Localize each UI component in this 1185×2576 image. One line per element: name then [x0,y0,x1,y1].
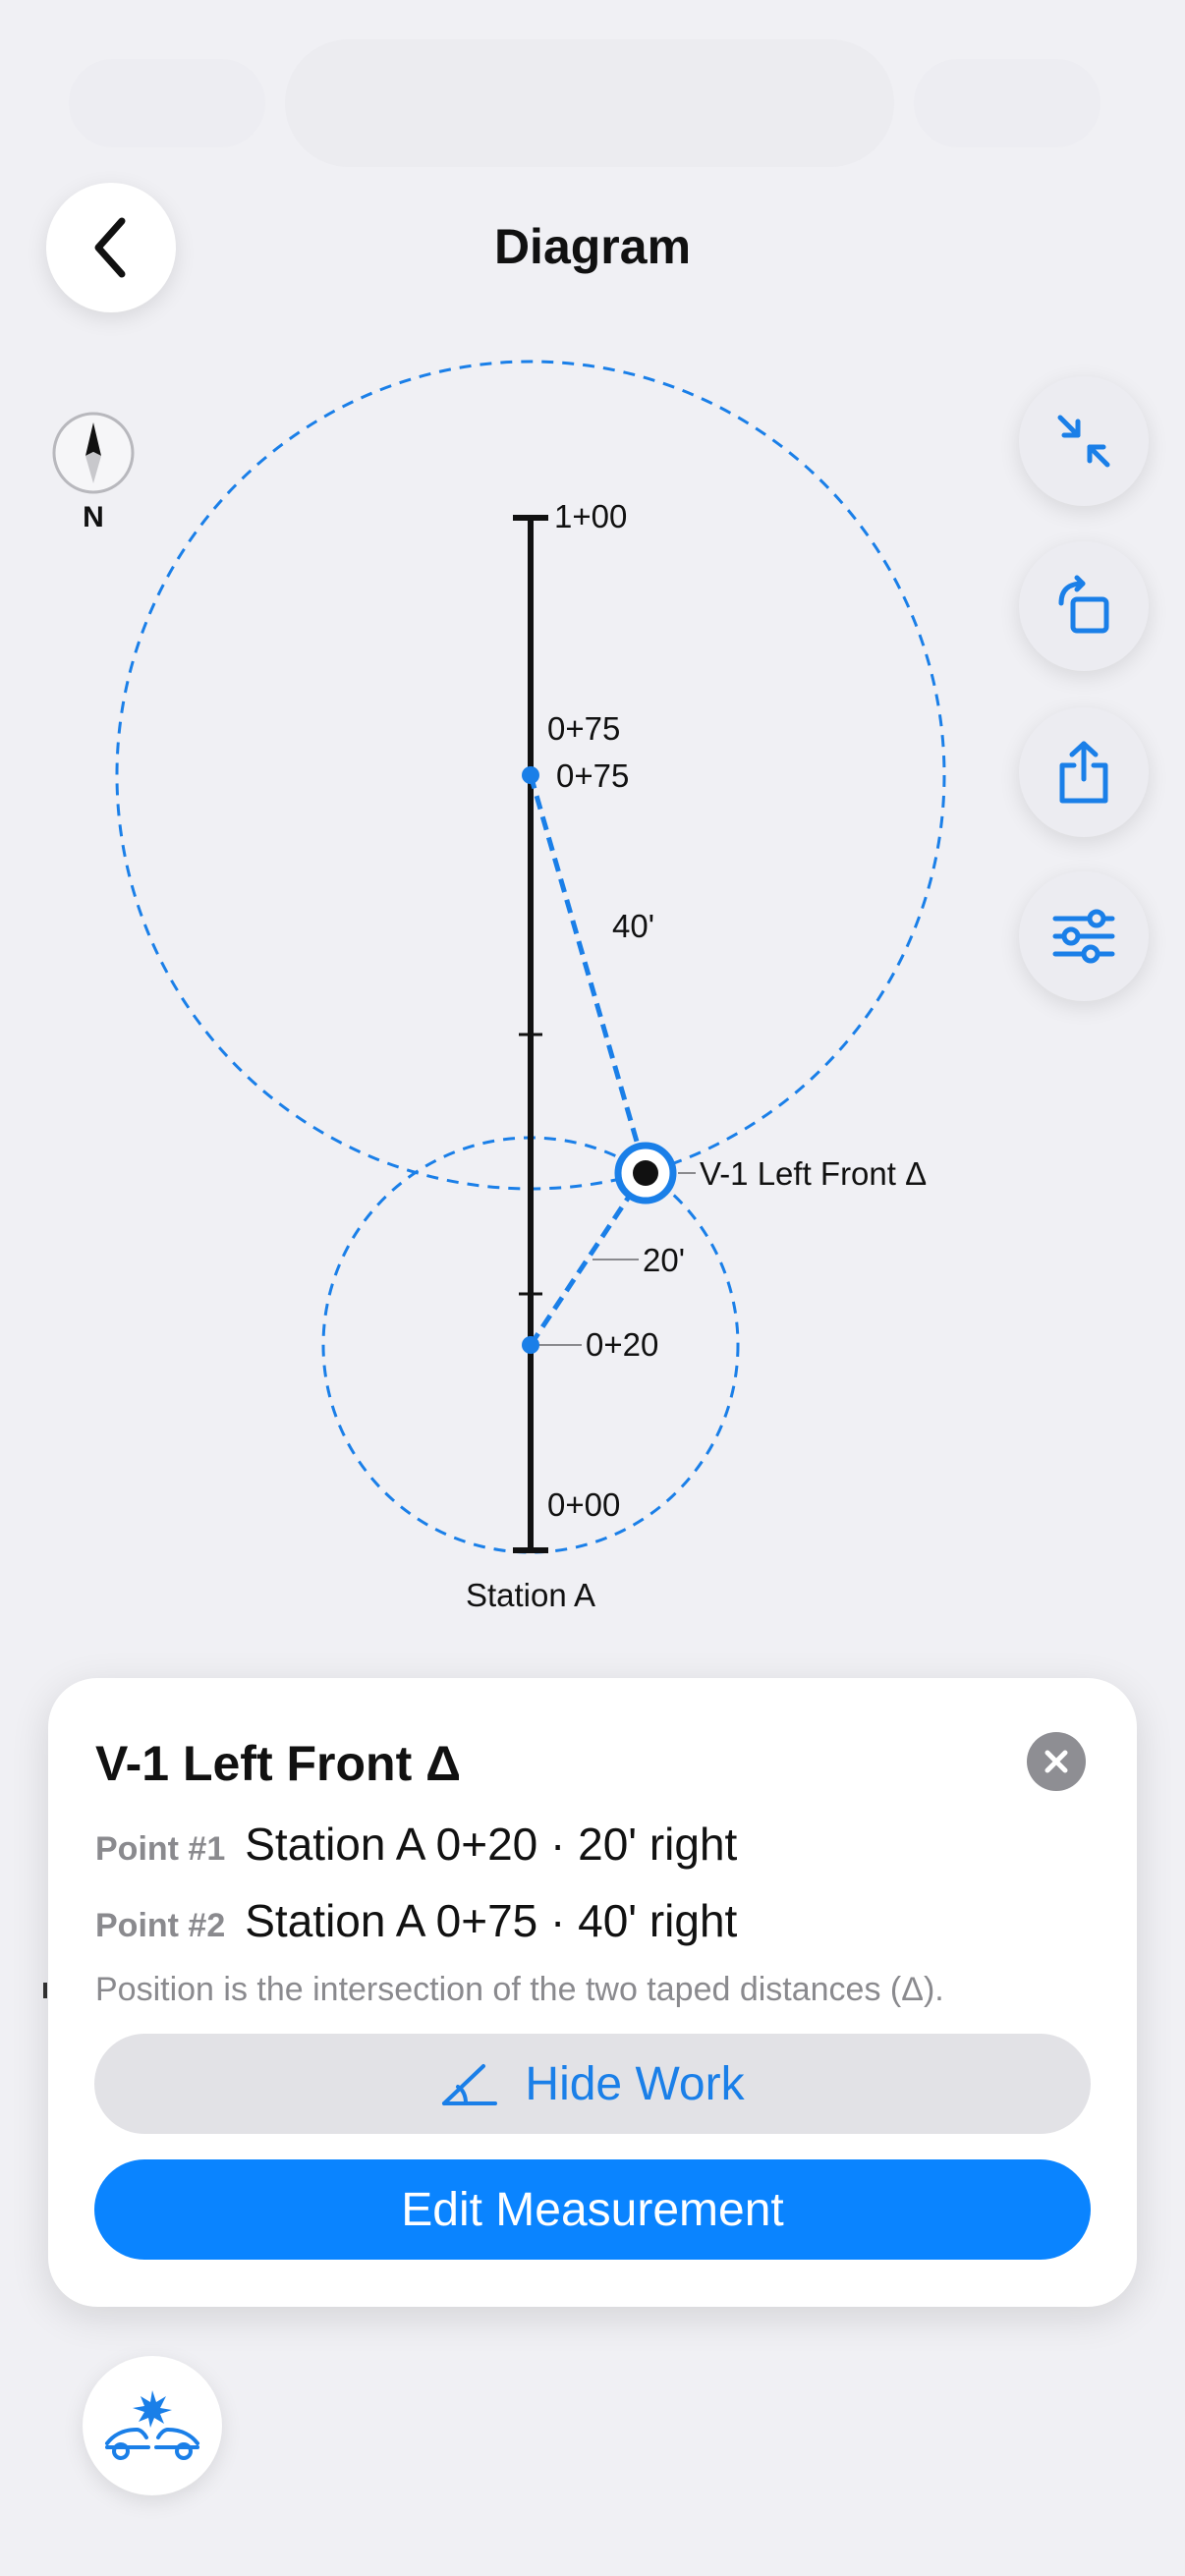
measurement-detail-card: V-1 Left Front Δ Point #1 Station A 0+20… [48,1678,1137,2307]
vehicle-collision-icon [105,2390,199,2460]
edit-measurement-button[interactable]: Edit Measurement [94,2159,1091,2260]
station-point-0-75[interactable] [522,766,539,784]
edge-marker [43,1983,47,1998]
hide-work-button[interactable]: Hide Work [94,2034,1091,2134]
close-button[interactable] [1027,1732,1086,1791]
station-label-lower-point: 0+20 [586,1326,658,1363]
close-icon [1044,1750,1068,1773]
station-label-upper-point: 0+75 [556,757,629,794]
tape-line-20 [528,1195,632,1347]
angle-icon [442,2064,498,2105]
sliders-icon [1052,909,1115,964]
rotate-icon [1058,575,1109,634]
baseline-name-label: Station A [466,1577,595,1613]
station-label-top: 1+00 [554,498,627,534]
collapse-arrows-icon [1057,415,1110,468]
vehicle-point-label: V-1 Left Front Δ [700,1155,927,1192]
station-label-upper: 0+75 [547,710,620,747]
point-1-row: Point #1 Station A 0+20 · 20' right [95,1818,737,1871]
share-button[interactable] [1019,707,1149,837]
hide-work-label: Hide Work [525,2057,745,2110]
point-2-row: Point #2 Station A 0+75 · 40' right [95,1894,737,1947]
vehicle-point[interactable] [633,1160,658,1186]
point-2-label: Point #2 [95,1907,226,1944]
collapse-button[interactable] [1019,376,1149,506]
point-1-label: Point #1 [95,1830,226,1868]
share-icon [1059,741,1108,804]
intersection-note: Position is the intersection of the two … [95,1971,944,2008]
tape-line-40 [528,774,649,1173]
vehicle-collision-button[interactable] [83,2356,222,2495]
station-label-bottom: 0+00 [547,1486,620,1523]
distance-label-20: 20' [643,1242,685,1278]
diagram-canvas[interactable]: 1+00 0+75 0+75 40' V-1 Left Front Δ 20' … [0,0,1185,1651]
distance-label-40: 40' [612,908,654,944]
station-point-0-20[interactable] [522,1336,539,1354]
point-1-value: Station A 0+20 · 20' right [245,1819,738,1870]
settings-button[interactable] [1019,871,1149,1001]
point-2-value: Station A 0+75 · 40' right [245,1895,738,1946]
rotate-button[interactable] [1019,541,1149,671]
card-title: V-1 Left Front Δ [95,1736,462,1791]
edit-measurement-label: Edit Measurement [401,2183,784,2236]
